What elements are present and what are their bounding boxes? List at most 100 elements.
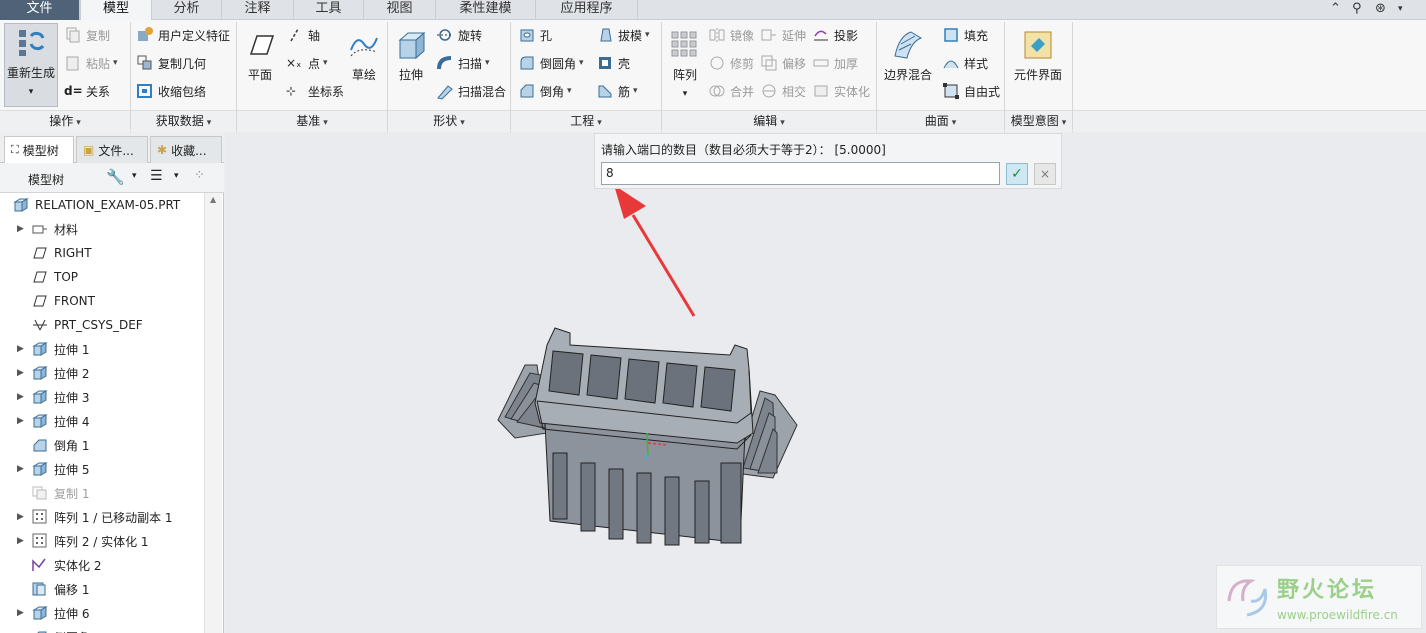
tab-view[interactable]: 视图	[364, 0, 436, 20]
expand-arrow-icon[interactable]: ▶	[17, 224, 31, 234]
merge-button[interactable]: 合并	[708, 79, 754, 103]
draft-dropdown-icon[interactable]: ▾	[645, 30, 650, 40]
copy-geometry-button[interactable]: 复制几何	[136, 51, 206, 75]
group-label-get-data[interactable]: 获取数据 ▾	[131, 110, 236, 132]
group-label-surfaces[interactable]: 曲面 ▾	[877, 110, 1004, 132]
tree-settings-dropdown-icon[interactable]: ▾	[132, 171, 137, 181]
port-count-input[interactable]: 8	[601, 162, 1000, 185]
sweep-button[interactable]: 扫描 ▾	[436, 51, 490, 75]
plane-button[interactable]: 平面	[242, 28, 278, 83]
tree-item[interactable]: ▶ 拉伸 3	[0, 385, 204, 409]
boundary-blend-button[interactable]: 边界混合	[882, 28, 934, 83]
search-icon[interactable]: ⚲	[1352, 0, 1362, 20]
extrude-button[interactable]: 拉伸	[394, 28, 428, 83]
tab-flexible-modeling[interactable]: 柔性建模	[436, 0, 536, 20]
group-label-shapes[interactable]: 形状 ▾	[388, 110, 510, 132]
rib-dropdown-icon[interactable]: ▾	[633, 86, 638, 96]
copy-button[interactable]: 复制	[64, 23, 110, 47]
round-dropdown-icon[interactable]: ▾	[579, 58, 584, 68]
fill-button[interactable]: 填充	[942, 23, 988, 47]
project-button[interactable]: 投影	[812, 23, 858, 47]
expand-arrow-icon[interactable]: ▶	[17, 392, 31, 402]
style-button[interactable]: 样式	[942, 51, 988, 75]
tab-applications[interactable]: 应用程序	[536, 0, 638, 20]
tree-item[interactable]: 复制 1	[0, 481, 204, 505]
collapse-ribbon-icon[interactable]: ⌃	[1330, 0, 1341, 20]
tab-analysis[interactable]: 分析	[152, 0, 222, 20]
group-label-datum[interactable]: 基准 ▾	[237, 110, 387, 132]
tree-columns-icon[interactable]: ☰	[150, 168, 163, 184]
chamfer-button[interactable]: 倒角 ▾	[518, 79, 572, 103]
paste-button[interactable]: 粘贴 ▾	[64, 51, 118, 75]
thicken-button[interactable]: 加厚	[812, 51, 858, 75]
help-dropdown-icon[interactable]: ▾	[1398, 0, 1403, 20]
extend-button[interactable]: 延伸	[760, 23, 806, 47]
tree-item[interactable]: PRT_CSYS_DEF	[0, 313, 204, 337]
tab-folder-browser[interactable]: ▣ 文件...	[76, 136, 148, 163]
sketch-button[interactable]: 草绘	[348, 28, 380, 83]
csys-button[interactable]: ⊹ 坐标系	[286, 79, 344, 103]
scroll-up-icon[interactable]: ▲	[210, 195, 216, 204]
tree-item[interactable]: RIGHT	[0, 241, 204, 265]
tab-tools[interactable]: 工具	[294, 0, 364, 20]
chamfer-dropdown-icon[interactable]: ▾	[567, 86, 572, 96]
expand-arrow-icon[interactable]: ▶	[17, 368, 31, 378]
tab-file[interactable]: 文件	[0, 0, 80, 20]
tree-item[interactable]: 倒角 1	[0, 433, 204, 457]
tree-item[interactable]: ▶ 拉伸 6	[0, 601, 204, 625]
trim-button[interactable]: 修剪	[708, 51, 754, 75]
help-icon[interactable]: ⊛	[1375, 0, 1386, 20]
draft-button[interactable]: 拔模 ▾	[596, 23, 650, 47]
paste-dropdown-icon[interactable]: ▾	[113, 58, 118, 68]
tree-item[interactable]: 倒圆角 1	[0, 625, 204, 633]
regenerate-button[interactable]: 重新生成 ▾	[4, 23, 58, 107]
component-interface-button[interactable]: 元件界面	[1012, 28, 1064, 83]
tree-root[interactable]: RELATION_EXAM-05.PRT	[0, 193, 204, 217]
mirror-button[interactable]: 镜像	[708, 23, 754, 47]
tab-model[interactable]: 模型	[80, 0, 152, 20]
swept-blend-button[interactable]: 扫描混合	[436, 79, 506, 103]
tree-item[interactable]: ▶ 拉伸 5	[0, 457, 204, 481]
pattern-button[interactable]: 阵列 ▾	[668, 28, 702, 99]
hole-button[interactable]: 孔	[518, 23, 552, 47]
offset-button[interactable]: 偏移	[760, 51, 806, 75]
tree-item[interactable]: ▶ 拉伸 1	[0, 337, 204, 361]
group-label-engineering[interactable]: 工程 ▾	[511, 110, 661, 132]
revolve-button[interactable]: 旋转	[436, 23, 482, 47]
tree-item[interactable]: 偏移 1	[0, 577, 204, 601]
relations-button[interactable]: d= 关系	[64, 79, 110, 103]
accept-button[interactable]: ✓	[1006, 163, 1028, 185]
expand-arrow-icon[interactable]: ▶	[17, 536, 31, 546]
axis-button[interactable]: 轴	[286, 23, 320, 47]
tree-item[interactable]: TOP	[0, 265, 204, 289]
tree-settings-icon[interactable]: 🔧	[106, 168, 125, 186]
tab-annotate[interactable]: 注释	[222, 0, 294, 20]
cancel-button[interactable]: ×	[1034, 163, 1056, 185]
tree-filter-icon[interactable]: ⁘	[194, 168, 205, 183]
udf-button[interactable]: 用户定义特征	[136, 23, 230, 47]
tree-item[interactable]: ▶ 阵列 2 / 实体化 1	[0, 529, 204, 553]
expand-arrow-icon[interactable]: ▶	[17, 416, 31, 426]
expand-arrow-icon[interactable]: ▶	[17, 464, 31, 474]
group-label-editing[interactable]: 编辑 ▾	[662, 110, 876, 132]
freestyle-button[interactable]: 自由式	[942, 79, 1000, 103]
group-label-model-intent[interactable]: 模型意图 ▾	[1005, 110, 1072, 132]
tree-item[interactable]: ▶ 拉伸 4	[0, 409, 204, 433]
tree-item[interactable]: 实体化 2	[0, 553, 204, 577]
tree-item[interactable]: ▶ 阵列 1 / 已移动副本 1	[0, 505, 204, 529]
solidify-button[interactable]: 实体化	[812, 79, 870, 103]
shrinkwrap-button[interactable]: 收缩包络	[136, 79, 206, 103]
sweep-dropdown-icon[interactable]: ▾	[485, 58, 490, 68]
expand-arrow-icon[interactable]: ▶	[17, 608, 31, 618]
expand-arrow-icon[interactable]: ▶	[17, 344, 31, 354]
regenerate-dropdown-icon[interactable]: ▾	[29, 87, 34, 97]
pattern-dropdown-icon[interactable]: ▾	[683, 89, 688, 99]
tree-item[interactable]: ▶ 拉伸 2	[0, 361, 204, 385]
rib-button[interactable]: 筋 ▾	[596, 79, 638, 103]
tree-item[interactable]: FRONT	[0, 289, 204, 313]
graphics-area[interactable]	[225, 133, 1426, 633]
tree-scrollbar[interactable]: ▲	[204, 193, 222, 633]
point-dropdown-icon[interactable]: ▾	[323, 58, 328, 68]
round-button[interactable]: 倒圆角 ▾	[518, 51, 584, 75]
expand-arrow-icon[interactable]: ▶	[17, 512, 31, 522]
